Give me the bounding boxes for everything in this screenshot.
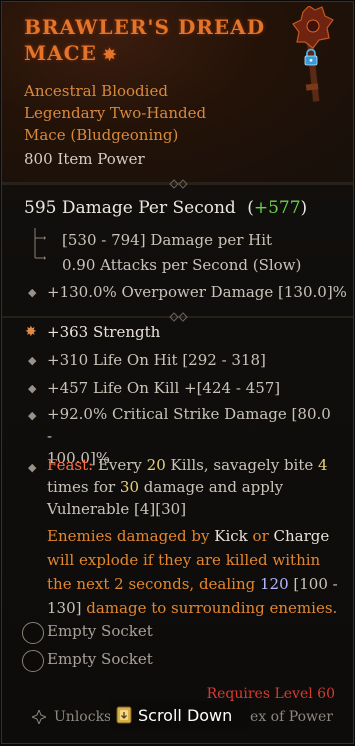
aspect-text: the next 2 seconds, dealing: [47, 575, 260, 593]
ancestral-star-icon: ✸: [102, 45, 118, 64]
tooltip-header: BRAWLER'S DREAD MACE ✸ Ancestral Bloodied…: [2, 2, 353, 183]
affix-crit-line1: +92.0% Critical Strike Damage [80.0 -: [47, 405, 331, 445]
aspect-skill-kick: Kick: [214, 527, 248, 545]
feast-number: 4: [318, 456, 328, 474]
item-name: BRAWLER'S DREAD MACE ✸: [24, 14, 274, 68]
socket-label: Empty Socket: [47, 650, 153, 668]
item-type: Ancestral Bloodied Legendary Two-Handed …: [24, 80, 254, 146]
damage-per-hit: [530 - 794] Damage per Hit: [62, 231, 273, 249]
scroll-key-icon: [116, 706, 132, 724]
dps-delta-close: ): [300, 198, 308, 218]
scroll-down-button[interactable]: Scroll Down: [110, 701, 250, 729]
affix-strength: +363 Strength: [47, 323, 161, 341]
legendary-aspect: Enemies damaged by Kick or Charge will e…: [47, 524, 347, 620]
feast-name: Feast:: [47, 456, 94, 474]
feast-number: 20: [146, 456, 166, 474]
level-requirement: Requires Level 60: [206, 686, 335, 702]
scroll-down-label: Scroll Down: [138, 705, 233, 725]
aspect-text: Enemies damaged by: [47, 527, 215, 545]
affix-feast: Feast: Every 20 Kills, savagely bite 4 t…: [47, 454, 337, 520]
item-power: 800 Item Power: [24, 150, 145, 168]
feast-text: Vulnerable [4][30]: [47, 500, 187, 518]
bullet-diamond-icon: ◆: [28, 382, 37, 395]
feast-text: damage and apply: [139, 478, 284, 496]
divider: [2, 177, 353, 191]
lock-icon[interactable]: [302, 48, 320, 66]
tooltip-footer: Unlocks dex of Power Scroll Down: [2, 701, 353, 743]
empty-socket-icon: [22, 650, 44, 672]
unlocks-text: Unlocks: [54, 709, 112, 725]
affix-life-on-hit: +310 Life On Hit [292 - 318]: [47, 351, 266, 369]
empty-socket-icon: [22, 622, 44, 644]
aspect-number: 120: [260, 575, 289, 593]
dps-delta-open: (: [247, 198, 254, 218]
attacks-per-second: 0.90 Attacks per Second (Slow): [62, 256, 302, 274]
aspect-text: or: [247, 527, 274, 545]
item-tooltip: BRAWLER'S DREAD MACE ✸ Ancestral Bloodied…: [1, 1, 354, 744]
stat-tree-lines: [34, 228, 46, 260]
bullet-diamond-icon: ◆: [28, 461, 37, 474]
bullet-diamond-icon: ◆: [28, 409, 37, 422]
bullet-diamond-icon: ◆: [28, 286, 37, 299]
overpower-damage: +130.0% Overpower Damage [130.0]%: [47, 283, 347, 301]
dps-value: 595 Damage Per Second: [24, 198, 236, 218]
greater-affix-icon: ✸: [25, 324, 37, 340]
socket-label: Empty Socket: [47, 622, 153, 640]
codex-icon: [32, 710, 46, 724]
feast-text: Kills, savagely bite: [165, 456, 319, 474]
aspect-text: damage to surrounding enemies.: [81, 599, 338, 617]
feast-number: 30: [119, 478, 140, 496]
item-type-line: Mace (Bludgeoning): [24, 126, 179, 144]
aspect-range: [100 -: [288, 575, 338, 593]
aspect-range: 130]: [47, 599, 82, 617]
feast-text: times for: [47, 478, 120, 496]
item-name-line1: BRAWLER'S DREAD: [24, 15, 266, 39]
dps-line: 595 Damage Per Second (+577): [24, 198, 307, 218]
aspect-skill-charge: Charge: [273, 527, 330, 545]
dps-delta: +577: [253, 198, 301, 218]
codex-text: dex of Power: [241, 709, 333, 725]
aspect-text: will explode if they are killed within: [47, 551, 321, 569]
feast-text: Every: [93, 456, 147, 474]
item-type-line: Ancestral Bloodied: [24, 82, 168, 100]
item-type-line: Legendary Two-Handed: [24, 104, 207, 122]
affix-life-on-kill: +457 Life On Kill +[424 - 457]: [47, 379, 281, 397]
bullet-diamond-icon: ◆: [28, 354, 37, 367]
item-name-line2: MACE: [24, 41, 97, 65]
